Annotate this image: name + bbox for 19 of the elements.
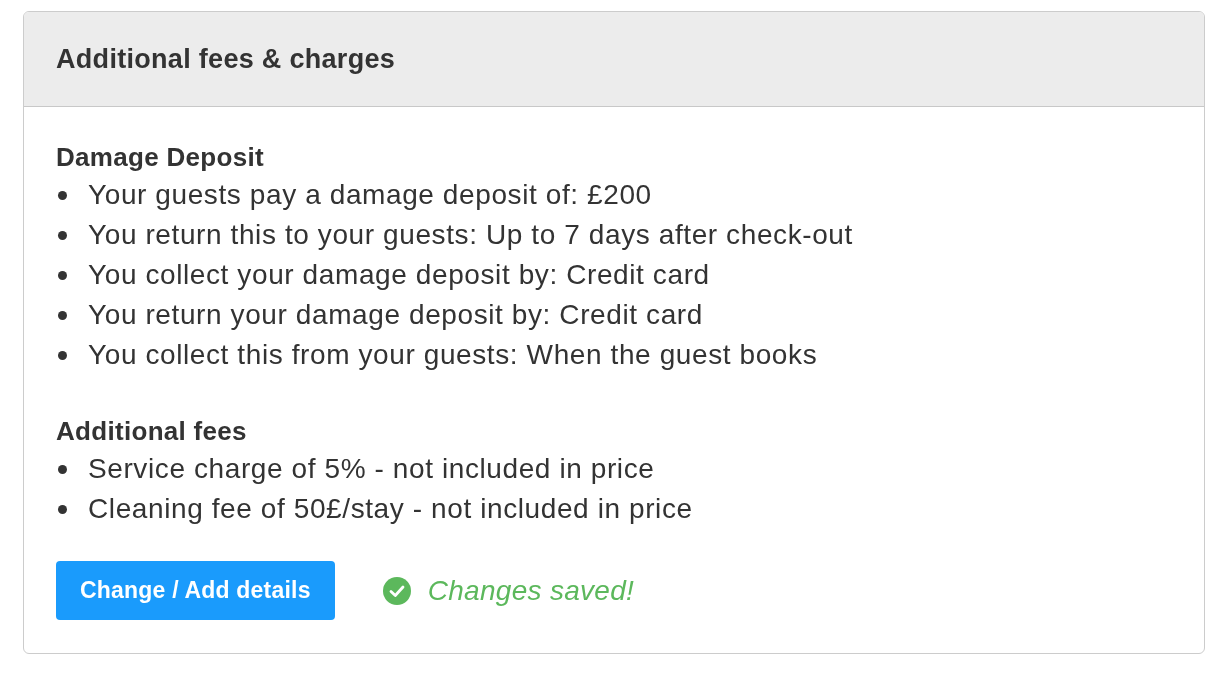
section-heading: Damage Deposit [56, 141, 264, 174]
change-details-button[interactable]: Change / Add details [56, 561, 335, 620]
bullet-icon [58, 310, 67, 320]
bullet-icon [58, 230, 67, 240]
bullet-icon [58, 504, 67, 514]
list-item-text: You collect your damage deposit by: Credit card [88, 258, 710, 292]
panel-title: Additional fees & charges [56, 43, 396, 75]
bullet-icon [58, 190, 67, 200]
list-item-text: Cleaning fee of 50£/stay - not included in price [88, 492, 693, 526]
status-message: Changes saved! [427, 574, 635, 607]
list-item-text: You return this to your guests: Up to 7 days after check-out [88, 218, 853, 252]
list-item-text: Service charge of 5% - not included in price [88, 452, 655, 486]
bullet-icon [58, 270, 67, 280]
list-item-text: You return your damage deposit by: Credit card [88, 298, 703, 332]
section-heading: Additional fees [56, 415, 247, 448]
list-item-text: Your guests pay a damage deposit of: £200 [88, 178, 652, 212]
list-item-text: You collect this from your guests: When the guest books [88, 338, 818, 372]
bullet-icon [58, 350, 67, 360]
bullet-icon [58, 464, 67, 474]
